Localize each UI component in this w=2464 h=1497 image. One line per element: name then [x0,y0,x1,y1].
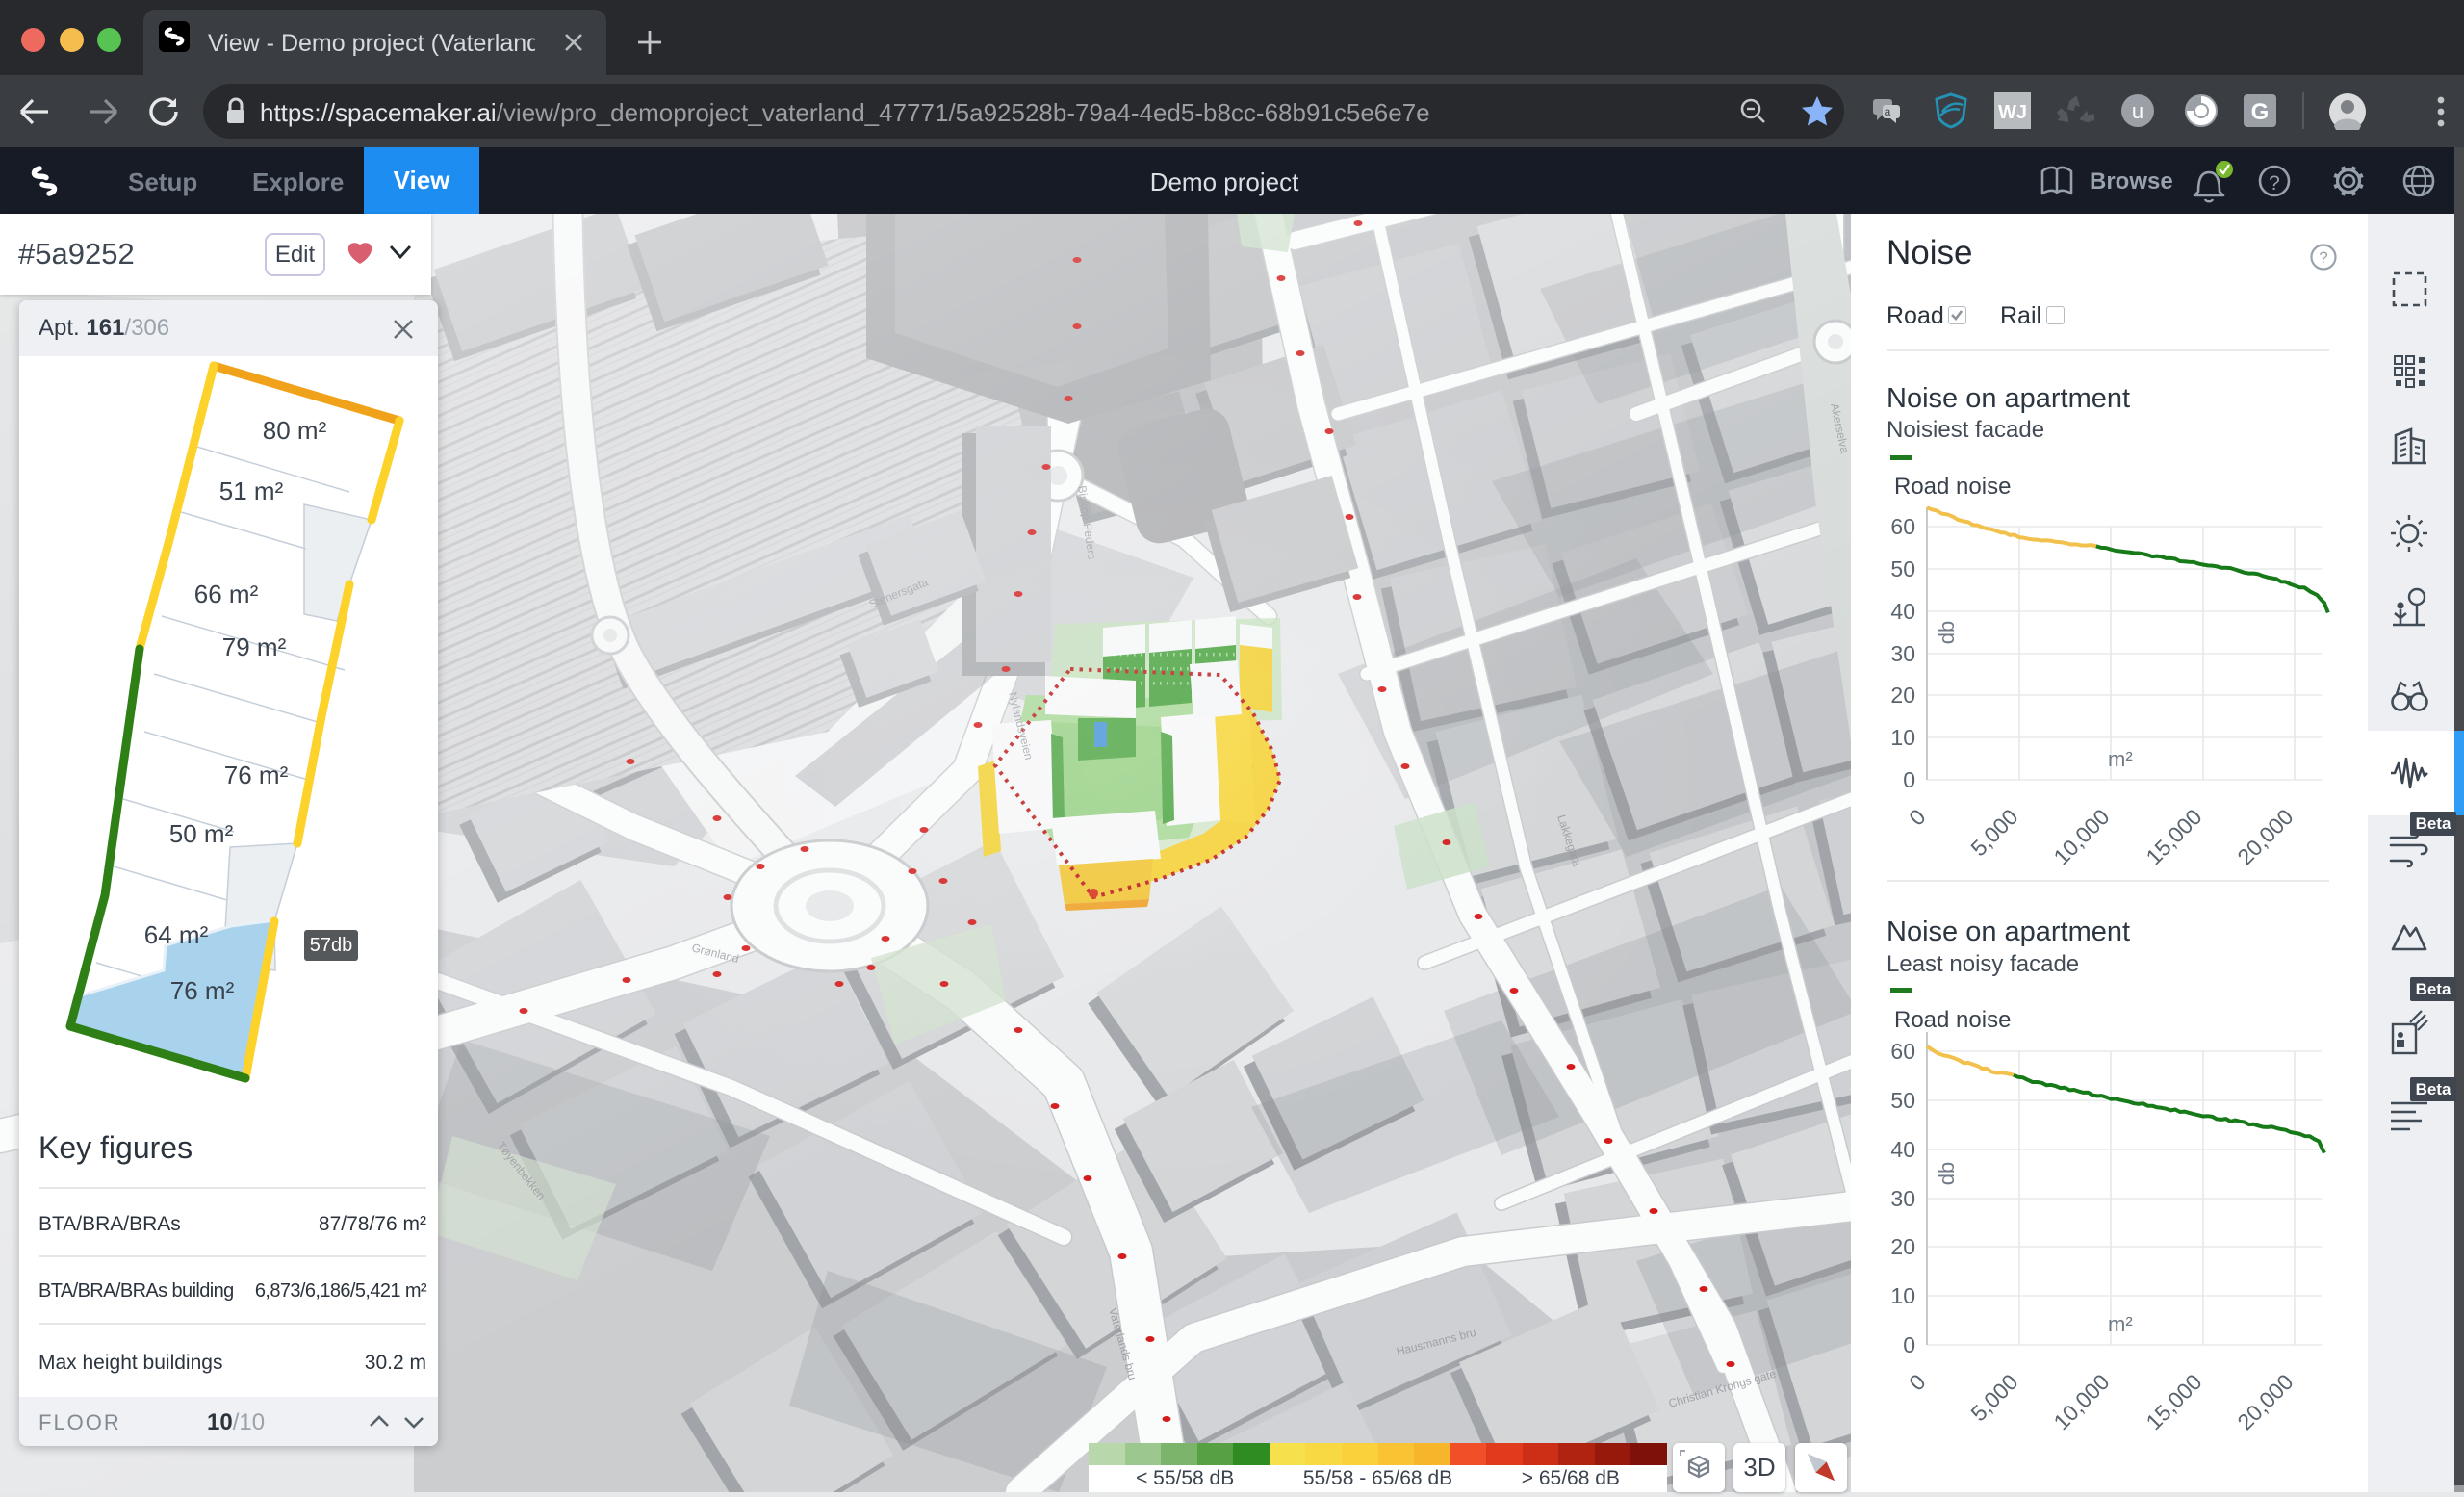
svg-text:79 m²: 79 m² [222,632,287,661]
svg-text:66 m²: 66 m² [194,580,259,608]
svg-text:80 m²: 80 m² [263,416,327,445]
svg-text:50 m²: 50 m² [169,819,234,848]
svg-text:51 m²: 51 m² [219,477,284,505]
svg-text:64 m²: 64 m² [144,920,209,949]
svg-text:76 m²: 76 m² [224,761,289,789]
svg-text:76 m²: 76 m² [170,976,235,1005]
svg-text:57db: 57db [310,935,353,956]
